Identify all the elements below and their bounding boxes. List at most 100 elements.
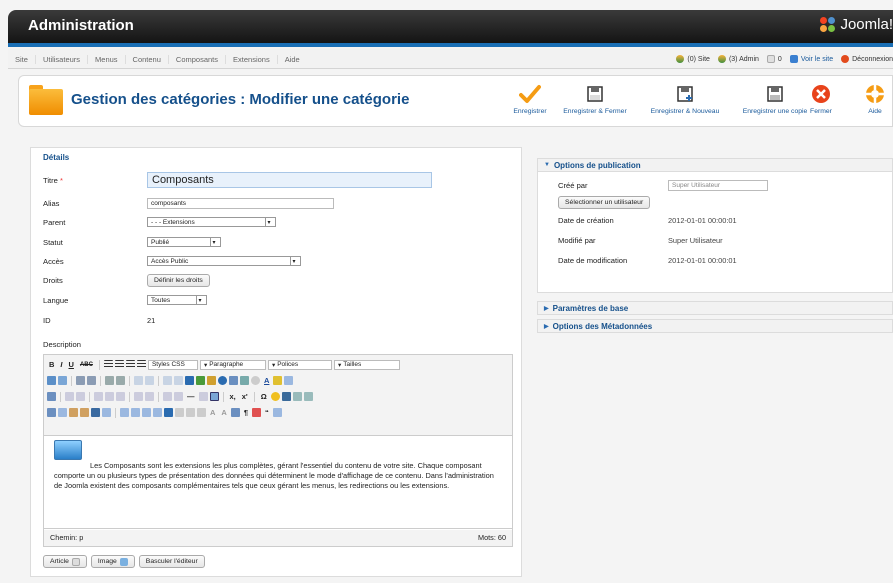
italic-button[interactable]: I: [58, 360, 64, 369]
bullet-list-icon[interactable]: [76, 376, 85, 385]
copy-icon[interactable]: [58, 408, 67, 417]
menu-site[interactable]: Site: [8, 54, 36, 64]
redo-icon[interactable]: [145, 376, 154, 385]
superscript-button[interactable]: x': [240, 392, 250, 401]
publication-options-header[interactable]: ▼ Options de publication: [537, 158, 893, 172]
media-icon[interactable]: [281, 392, 291, 401]
template-icon[interactable]: [230, 408, 240, 417]
blockquote-icon[interactable]: [252, 408, 262, 417]
language-select[interactable]: Toutes ▾: [147, 295, 207, 305]
subscript-button[interactable]: x,: [228, 392, 238, 401]
text-color-button[interactable]: A: [262, 376, 271, 385]
save-close-button[interactable]: Enregistrer & Fermer: [550, 82, 640, 115]
forward-icon[interactable]: [131, 408, 140, 417]
select-user-button[interactable]: Sélectionner un utilisateur: [558, 195, 651, 209]
backward-icon[interactable]: [142, 408, 151, 417]
insert-row-icon[interactable]: [94, 392, 103, 401]
status-messages[interactable]: 0: [766, 55, 782, 63]
align-center-icon[interactable]: [114, 360, 124, 369]
merge-icon[interactable]: [134, 392, 143, 401]
style-icon[interactable]: [164, 408, 173, 417]
hr-icon[interactable]: [163, 392, 172, 401]
pilcrow-button[interactable]: ¶: [242, 408, 250, 417]
remove-format-icon[interactable]: [174, 392, 183, 401]
menu-contenu[interactable]: Contenu: [126, 54, 169, 64]
cite-icon[interactable]: [175, 408, 184, 417]
font-dropdown[interactable]: ▾ Polices: [267, 359, 332, 370]
strikethrough-button[interactable]: ABC: [78, 362, 95, 368]
cell-icon[interactable]: [76, 392, 85, 401]
alias-input[interactable]: composants: [147, 197, 334, 209]
insert-col-icon[interactable]: [116, 392, 125, 401]
anchor-icon[interactable]: [185, 376, 194, 385]
abbr-icon[interactable]: [186, 408, 195, 417]
toggle-editor-button[interactable]: Basculer l'éditeur: [138, 555, 205, 568]
absolute-icon[interactable]: [153, 408, 162, 417]
highlight-icon[interactable]: [273, 376, 283, 385]
replace-icon[interactable]: [58, 376, 67, 385]
table-icon[interactable]: [284, 376, 294, 385]
menu-composants[interactable]: Composants: [169, 54, 227, 64]
article-button[interactable]: Article: [43, 555, 87, 568]
clear-icon[interactable]: [198, 392, 208, 401]
emoticon-icon[interactable]: [251, 376, 260, 385]
cleanup-icon[interactable]: [207, 376, 216, 385]
created-by-input[interactable]: Super Utilisateur: [668, 179, 768, 191]
editor-content[interactable]: Les Composants sont les extensions les p…: [44, 435, 512, 530]
split-icon[interactable]: [145, 392, 154, 401]
horizontal-line-button[interactable]: —: [185, 392, 197, 401]
size-dropdown[interactable]: ▾ Tailles: [333, 359, 400, 370]
undo-icon[interactable]: [134, 376, 143, 385]
outdent-icon[interactable]: [105, 376, 114, 385]
menu-menus[interactable]: Menus: [88, 54, 126, 64]
access-select[interactable]: Accès Public ▾: [147, 256, 301, 266]
help-icon[interactable]: [218, 376, 227, 385]
menu-extensions[interactable]: Extensions: [226, 54, 278, 64]
ltr-icon[interactable]: [292, 392, 302, 401]
cut-icon[interactable]: [47, 408, 56, 417]
paste-text-icon[interactable]: [80, 408, 89, 417]
image-button[interactable]: Image: [90, 555, 135, 568]
select-all-icon[interactable]: [102, 408, 111, 417]
visual-aid-icon[interactable]: [209, 392, 219, 401]
align-justify-icon[interactable]: [136, 360, 146, 369]
edit-icon[interactable]: [47, 392, 56, 401]
rtl-icon[interactable]: [303, 392, 313, 401]
menu-aide[interactable]: Aide: [278, 55, 307, 64]
paste-word-icon[interactable]: [91, 408, 100, 417]
underline-button[interactable]: U: [67, 360, 76, 369]
parent-select[interactable]: - - - Extensions ▾: [147, 217, 276, 227]
align-left-icon[interactable]: [103, 360, 113, 369]
bold-button[interactable]: B: [47, 360, 56, 369]
code-icon[interactable]: [240, 376, 249, 385]
image-icon[interactable]: [196, 376, 205, 385]
view-site-link[interactable]: Voir le site: [789, 55, 833, 63]
font-a-button[interactable]: A: [208, 408, 217, 417]
special-char-button[interactable]: Ω: [259, 392, 269, 401]
attribs-button[interactable]: A: [219, 408, 228, 417]
delete-row-icon[interactable]: [105, 392, 114, 401]
title-input[interactable]: Composants: [147, 172, 432, 188]
numbered-list-icon[interactable]: [87, 376, 96, 385]
help-button[interactable]: Aide: [855, 82, 893, 115]
nbsp-icon[interactable]: [272, 408, 282, 417]
unlink-icon[interactable]: [174, 376, 183, 385]
menu-utilisateurs[interactable]: Utilisateurs: [36, 54, 89, 64]
basic-params-header[interactable]: ▶ Paramètres de base: [537, 301, 893, 315]
html-icon[interactable]: [229, 376, 238, 385]
metadata-options-header[interactable]: ▶ Options des Métadonnées: [537, 319, 893, 333]
emotion-icon[interactable]: [270, 392, 280, 401]
define-rights-button[interactable]: Définir les droits: [147, 273, 210, 287]
save-new-button[interactable]: Enregistrer & Nouveau: [640, 82, 730, 115]
link-icon[interactable]: [163, 376, 172, 385]
close-button[interactable]: Fermer: [791, 82, 851, 115]
align-right-icon[interactable]: [125, 360, 135, 369]
paste-icon[interactable]: [69, 408, 78, 417]
logout-link[interactable]: Déconnexion: [841, 55, 893, 63]
styles-dropdown[interactable]: Styles CSS: [147, 359, 198, 370]
find-icon[interactable]: [47, 376, 56, 385]
quote-button[interactable]: “: [263, 408, 271, 417]
acronym-icon[interactable]: [197, 408, 206, 417]
format-dropdown[interactable]: ▾ Paragraphe: [199, 359, 266, 370]
indent-icon[interactable]: [116, 376, 125, 385]
